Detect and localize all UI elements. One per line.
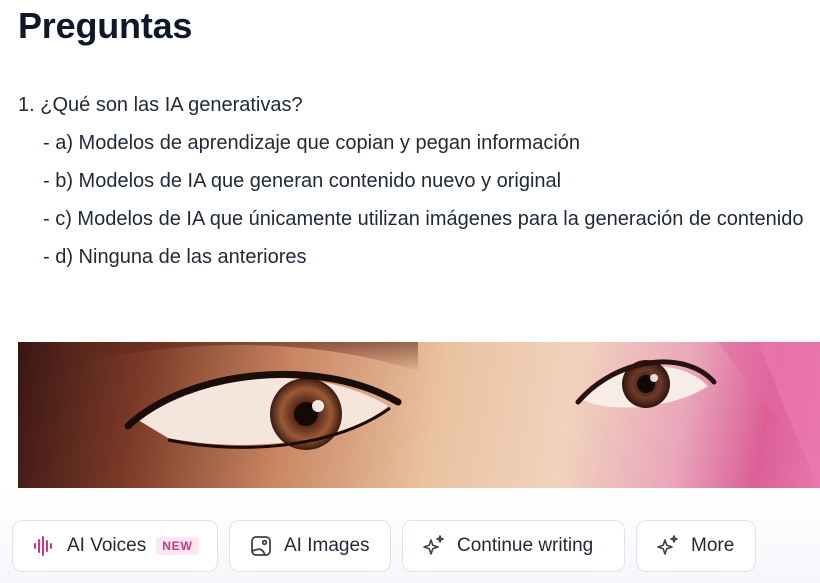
sparkle-icon [421, 533, 447, 559]
eyes-illustration [58, 342, 820, 488]
option-b: - b) Modelos de IA que generan contenido… [43, 170, 562, 192]
question-text: 1. ¿Qué son las IA generativas? [18, 94, 303, 116]
sparkle-icon [655, 533, 681, 559]
ai-toolbar: AI Voices NEW AI Images Continue writing [0, 488, 820, 583]
sound-wave-icon [31, 533, 57, 559]
image-icon [248, 533, 274, 559]
ai-voices-button[interactable]: AI Voices NEW [12, 520, 218, 572]
more-label: More [691, 535, 735, 556]
ai-images-label: AI Images [284, 535, 370, 556]
continue-writing-button[interactable]: Continue writing [402, 520, 625, 572]
page-title: Preguntas [18, 5, 193, 46]
new-badge: NEW [156, 537, 199, 555]
generated-image [18, 342, 820, 488]
more-button[interactable]: More [636, 520, 756, 572]
ai-images-button[interactable]: AI Images [229, 520, 391, 572]
continue-writing-label: Continue writing [457, 535, 594, 556]
ai-voices-label: AI Voices [67, 535, 147, 556]
option-d: - d) Ninguna de las anteriores [43, 246, 307, 268]
option-a: - a) Modelos de aprendizaje que copian y… [43, 132, 581, 154]
option-c: - c) Modelos de IA que únicamente utiliz… [43, 208, 804, 230]
question-block: 1. ¿Qué son las IA generativas? - a) Mod… [18, 86, 813, 276]
